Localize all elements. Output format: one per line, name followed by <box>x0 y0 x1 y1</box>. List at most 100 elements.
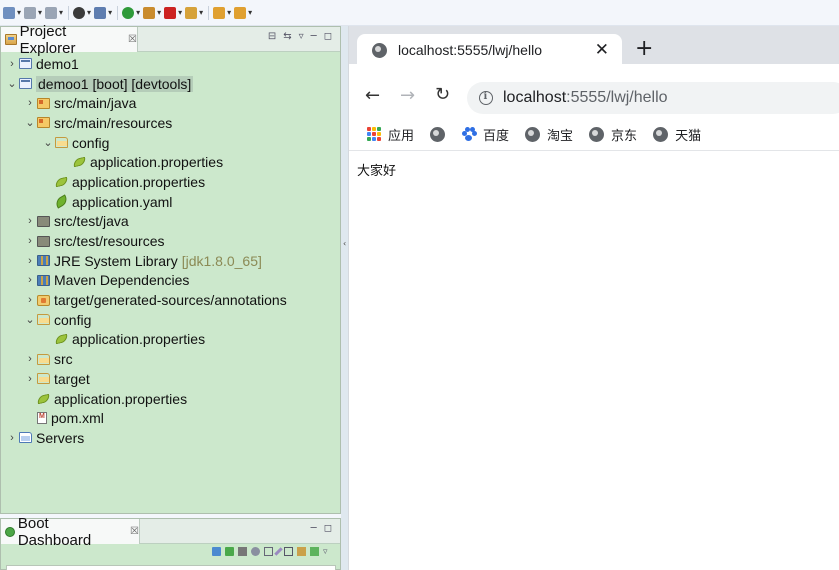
add-icon[interactable] <box>310 547 319 556</box>
tree-item-label: src/main/resources <box>54 114 173 131</box>
minimize-icon[interactable]: ─ <box>311 523 317 534</box>
page-content-text: 大家好 <box>357 164 397 179</box>
search-icon[interactable] <box>185 6 198 19</box>
minimize-icon[interactable]: ─ <box>311 31 317 42</box>
tree-item[interactable]: pom.xml <box>1 408 340 428</box>
chevron-down-icon[interactable]: ⌄ <box>23 313 37 326</box>
chevron-right-icon[interactable]: › <box>23 235 37 247</box>
new-tab-button[interactable]: + <box>635 36 653 61</box>
view-menu-icon[interactable]: ▿ <box>299 31 304 42</box>
properties-icon[interactable] <box>284 547 293 556</box>
console-icon[interactable] <box>264 547 273 556</box>
new-icon[interactable] <box>3 6 15 19</box>
bookmark-item[interactable]: 应用 <box>367 125 414 144</box>
maximize-icon[interactable]: ◻ <box>324 523 332 534</box>
tree-item[interactable]: › target/generated-sources/annotations <box>1 290 340 310</box>
chevron-right-icon[interactable]: › <box>23 353 37 365</box>
chevron-down-icon[interactable]: ⌄ <box>5 77 19 90</box>
dropdown-arrow-icon[interactable]: ▾ <box>136 8 140 17</box>
open-type-icon[interactable] <box>94 6 107 19</box>
chevron-right-icon[interactable]: › <box>23 274 37 286</box>
close-icon[interactable]: ☒ <box>128 34 137 45</box>
start-icon[interactable] <box>212 547 221 556</box>
forward-icon[interactable] <box>234 6 247 19</box>
bookmark-item[interactable]: 京东 <box>589 125 637 144</box>
dropdown-arrow-icon[interactable]: ▾ <box>248 8 252 17</box>
back-button[interactable]: ← <box>365 85 380 106</box>
tree-item[interactable]: › demo1 <box>1 54 340 74</box>
bookmark-item[interactable]: 淘宝 <box>525 125 573 144</box>
back-icon[interactable] <box>213 6 226 19</box>
tree-item[interactable]: ⌄ config <box>1 133 340 153</box>
tree-item[interactable]: application.properties <box>1 172 340 192</box>
tab-boot-dashboard[interactable]: Boot Dashboard ☒ <box>1 515 140 549</box>
close-icon[interactable]: ✕ <box>595 40 609 60</box>
site-info-icon[interactable] <box>479 91 493 105</box>
reload-button[interactable]: ↻ <box>435 84 450 105</box>
chevron-right-icon[interactable]: › <box>5 432 19 444</box>
maximize-icon[interactable]: ◻ <box>324 31 332 42</box>
tab-project-explorer[interactable]: Project Explorer ☒ <box>1 23 138 57</box>
stop-icon[interactable] <box>164 6 177 19</box>
dropdown-arrow-icon[interactable]: ▾ <box>87 8 91 17</box>
tree-item[interactable]: ⌄ src/main/resources <box>1 113 340 133</box>
dropdown-arrow-icon[interactable]: ▾ <box>178 8 182 17</box>
tree-item[interactable]: › Servers <box>1 428 340 448</box>
filter-icon[interactable] <box>297 547 306 556</box>
edit-icon[interactable] <box>274 547 283 556</box>
chevron-left-icon[interactable]: ‹ <box>343 239 346 248</box>
tree-item[interactable]: ⌄ demoo1 [boot] [devtools] <box>1 74 340 94</box>
boot-dashboard-title: Boot Dashboard <box>17 514 92 549</box>
close-icon[interactable]: ☒ <box>130 526 139 537</box>
chevron-right-icon[interactable]: › <box>23 97 37 109</box>
open-browser-icon[interactable] <box>251 547 260 556</box>
dropdown-arrow-icon[interactable]: ▾ <box>59 8 63 17</box>
browser-tab[interactable]: localhost:5555/lwj/hello ✕ <box>357 34 622 66</box>
dropdown-arrow-icon[interactable]: ▾ <box>108 8 112 17</box>
chevron-down-icon[interactable]: ⌄ <box>23 116 37 129</box>
debug-icon[interactable] <box>225 547 234 556</box>
save-icon[interactable] <box>24 6 37 19</box>
tree-item[interactable]: › target <box>1 369 340 389</box>
link-with-editor-icon[interactable]: ⇆ <box>283 31 291 42</box>
sash[interactable]: ‹ <box>341 26 348 570</box>
tree-item[interactable]: › Maven Dependencies <box>1 271 340 291</box>
bookmark-item[interactable] <box>430 126 446 142</box>
chevron-right-icon[interactable]: › <box>5 58 19 70</box>
tree-item[interactable]: application.properties <box>1 152 340 172</box>
boot-dashboard-filter[interactable] <box>6 565 336 570</box>
collapse-all-icon[interactable]: ⊟ <box>268 31 276 42</box>
stop-icon[interactable] <box>238 547 247 556</box>
bookmarks-bar: 应用 百度 淘宝 京东 天猫 <box>349 118 839 151</box>
external-tools-icon[interactable] <box>143 6 156 19</box>
run-icon[interactable] <box>122 6 135 19</box>
dropdown-arrow-icon[interactable]: ▾ <box>17 8 21 17</box>
view-menu-icon[interactable]: ▿ <box>323 547 332 557</box>
tree-item[interactable]: › src/test/resources <box>1 231 340 251</box>
test-folder-icon <box>37 215 50 227</box>
debug-icon[interactable] <box>73 6 86 19</box>
tree-item[interactable]: › src/test/java <box>1 212 340 232</box>
chevron-down-icon[interactable]: ⌄ <box>41 136 55 149</box>
tree-item[interactable]: › JRE System Library [jdk1.8.0_65] <box>1 251 340 271</box>
chevron-right-icon[interactable]: › <box>23 255 37 267</box>
chevron-right-icon[interactable]: › <box>23 373 37 385</box>
bookmark-item[interactable]: 百度 <box>461 125 509 144</box>
tree-item[interactable]: › src <box>1 349 340 369</box>
tree-item[interactable]: application.yaml <box>1 192 340 212</box>
tree-item[interactable]: application.properties <box>1 389 340 409</box>
forward-button[interactable]: → <box>400 85 415 106</box>
dropdown-arrow-icon[interactable]: ▾ <box>199 8 203 17</box>
tree-item[interactable]: ⌄ config <box>1 310 340 330</box>
dropdown-arrow-icon[interactable]: ▾ <box>38 8 42 17</box>
dropdown-arrow-icon[interactable]: ▾ <box>157 8 161 17</box>
bookmark-item[interactable]: 天猫 <box>653 125 701 144</box>
boot-dashboard-header: Boot Dashboard ☒ ─ ◻ <box>1 515 340 549</box>
tree-item[interactable]: application.properties <box>1 330 340 350</box>
save-all-icon[interactable] <box>45 6 58 19</box>
dropdown-arrow-icon[interactable]: ▾ <box>227 8 231 17</box>
tree-item[interactable]: › src/main/java <box>1 93 340 113</box>
chevron-right-icon[interactable]: › <box>23 294 37 306</box>
address-bar[interactable]: localhost :5555/lwj/hello <box>467 82 839 114</box>
chevron-right-icon[interactable]: › <box>23 215 37 227</box>
